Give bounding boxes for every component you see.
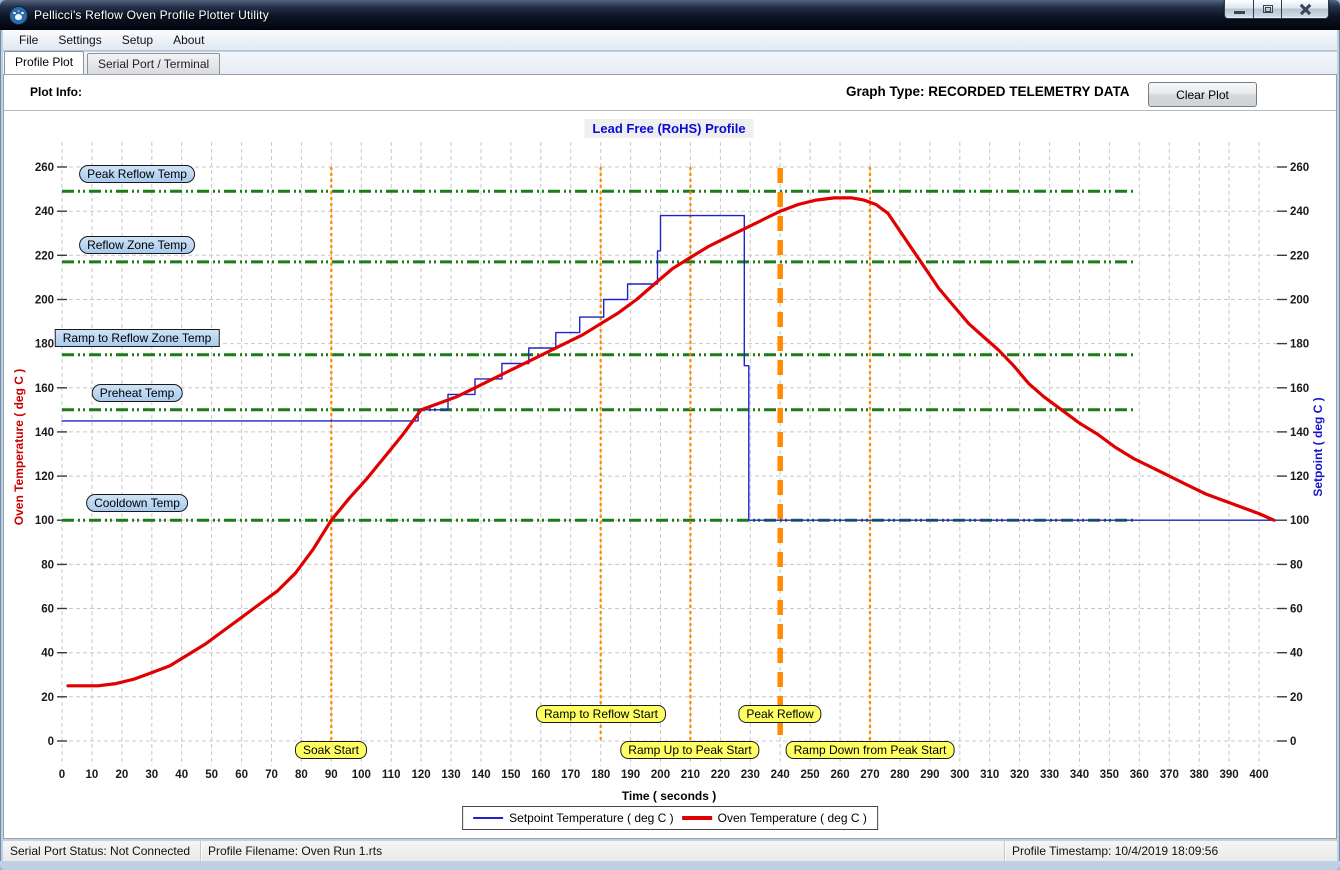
minimize-icon bbox=[1233, 10, 1245, 14]
menu-bar: File Settings Setup About bbox=[3, 30, 1337, 51]
legend-item-oven-temperature-deg-c: Oven Temperature ( deg C ) bbox=[681, 811, 867, 825]
profile-plot-tab-page bbox=[3, 74, 1337, 839]
window-title: Pellicci's Reflow Oven Profile Plotter U… bbox=[34, 8, 269, 22]
caption-buttons bbox=[1224, 0, 1329, 19]
window-bottom-edge bbox=[0, 861, 1340, 870]
legend-line-swatch bbox=[473, 817, 504, 819]
title-bar: Pellicci's Reflow Oven Profile Plotter U… bbox=[0, 0, 1340, 30]
y-axis-label-left: Oven Temperature ( deg C ) bbox=[12, 368, 26, 526]
x-axis-label: Time ( seconds ) bbox=[621, 789, 717, 803]
status-bar: Serial Port Status: Not Connected Profil… bbox=[3, 840, 1337, 861]
clear-plot-button[interactable]: Clear Plot bbox=[1148, 82, 1257, 107]
tab-strip: Profile Plot Serial Port / Terminal bbox=[3, 51, 1337, 74]
close-icon bbox=[1299, 3, 1312, 16]
tab-serial-port-terminal[interactable]: Serial Port / Terminal bbox=[87, 53, 221, 74]
plot-info-label: Plot Info: bbox=[30, 85, 82, 99]
app-paw-icon bbox=[9, 5, 28, 25]
profile-filename: Profile Filename: Oven Run 1.rts bbox=[201, 841, 1005, 861]
maximize-icon bbox=[1262, 5, 1273, 13]
tab-profile-plot[interactable]: Profile Plot bbox=[4, 51, 85, 74]
graph-type-label: Graph Type: RECORDED TELEMETRY DATA bbox=[846, 84, 1130, 99]
legend-label: Oven Temperature ( deg C ) bbox=[717, 811, 867, 825]
maximize-button[interactable] bbox=[1254, 0, 1282, 19]
menu-item-file[interactable]: File bbox=[9, 31, 48, 49]
minimize-button[interactable] bbox=[1224, 0, 1254, 19]
menu-item-settings[interactable]: Settings bbox=[48, 31, 111, 49]
app-window: Pellicci's Reflow Oven Profile Plotter U… bbox=[0, 0, 1340, 870]
chart-title: Lead Free (RoHS) Profile bbox=[584, 119, 754, 138]
y-axis-label-right: Setpoint ( deg C ) bbox=[1311, 397, 1325, 497]
legend-label: Setpoint Temperature ( deg C ) bbox=[509, 811, 674, 825]
profile-timestamp: Profile Timestamp: 10/4/2019 18:09:56 bbox=[1012, 844, 1219, 858]
chart-legend: Setpoint Temperature ( deg C ) Oven Tempe… bbox=[462, 806, 878, 830]
legend-item-setpoint-temperature-deg-c: Setpoint Temperature ( deg C ) bbox=[473, 811, 674, 825]
serial-port-status: Serial Port Status: Not Connected bbox=[3, 841, 201, 861]
close-button[interactable] bbox=[1282, 0, 1329, 19]
menu-item-setup[interactable]: Setup bbox=[112, 31, 163, 49]
legend-line-swatch bbox=[681, 816, 712, 820]
menu-item-about[interactable]: About bbox=[163, 31, 214, 49]
header-separator bbox=[4, 110, 1336, 111]
